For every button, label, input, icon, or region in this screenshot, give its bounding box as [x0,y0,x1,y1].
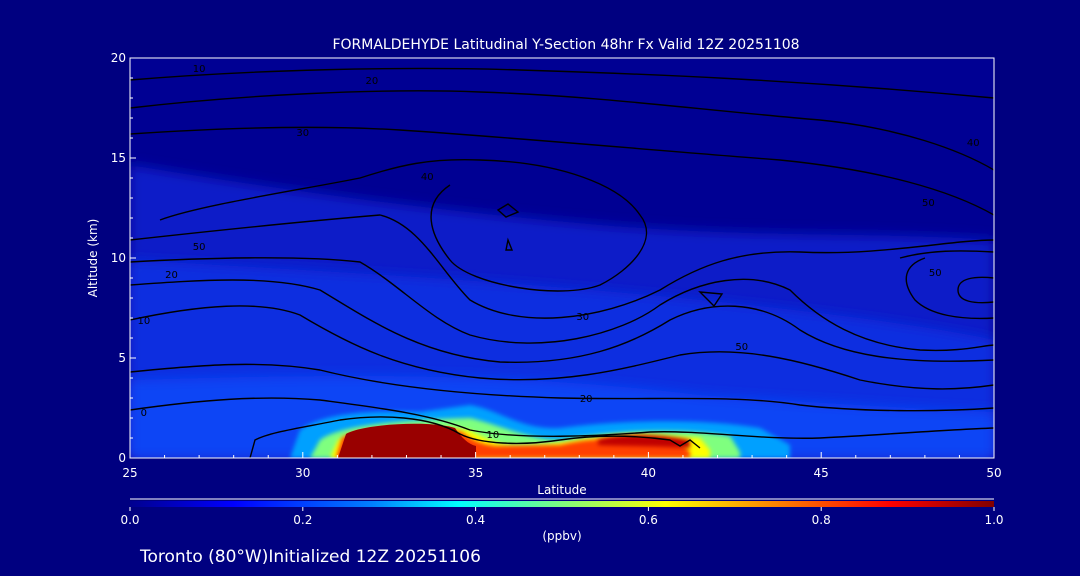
chart-title: FORMALDEHYDE Latitudinal Y-Section 48hr … [332,37,799,53]
x-axis-label: Latitude [537,483,586,497]
contour-label: 30 [576,312,589,323]
y-tick-label: 0 [118,451,126,465]
x-tick-label: 30 [295,466,310,480]
contour-label: 50 [735,342,748,353]
y-tick-label: 20 [111,51,126,65]
contour-label: 40 [421,172,434,183]
heatmap-field: 10 20 30 40 50 50 20 10 50 30 20 10 0 50 40 [130,58,994,458]
contour-label: 50 [929,268,942,279]
y-tick-label: 15 [111,151,126,165]
contour-label: 30 [296,128,309,139]
colorbar [130,501,994,507]
colorbar-unit-label: (ppbv) [542,529,581,543]
x-tick-label: 45 [814,466,829,480]
x-tick-label: 25 [122,466,137,480]
y-axis-label: Altitude (km) [86,219,100,298]
contour-label: 20 [580,394,593,405]
colorbar-tick-label: 0.4 [466,513,485,527]
colorbar-tick-label: 0.2 [293,513,312,527]
colorbar-tick-label: 1.0 [984,513,1003,527]
contour-label: 10 [487,430,500,441]
contour-label: 40 [967,138,980,149]
footer-text: Toronto (80°W)Initialized 12Z 20251106 [139,547,481,567]
y-tick-label: 10 [111,251,126,265]
contour-label: 20 [165,270,178,281]
colorbar-tick-label: 0.6 [639,513,658,527]
colorbar-tick-label: 0.8 [812,513,831,527]
contour-label: 50 [922,198,935,209]
colorbar-tick-label: 0.0 [120,513,139,527]
contour-label: 0 [141,408,147,419]
chart-svg: FORMALDEHYDE Latitudinal Y-Section 48hr … [86,37,1004,567]
x-tick-label: 40 [641,466,656,480]
colorbar-ticks: 0.0 0.2 0.4 0.6 0.8 1.0 [120,507,1004,527]
contour-label: 20 [366,76,379,87]
contour-label: 10 [193,64,206,75]
x-tick-label: 50 [986,466,1001,480]
x-tick-label: 35 [468,466,483,480]
contour-label: 10 [137,316,150,327]
y-tick-label: 5 [118,351,126,365]
contour-label: 50 [193,242,206,253]
